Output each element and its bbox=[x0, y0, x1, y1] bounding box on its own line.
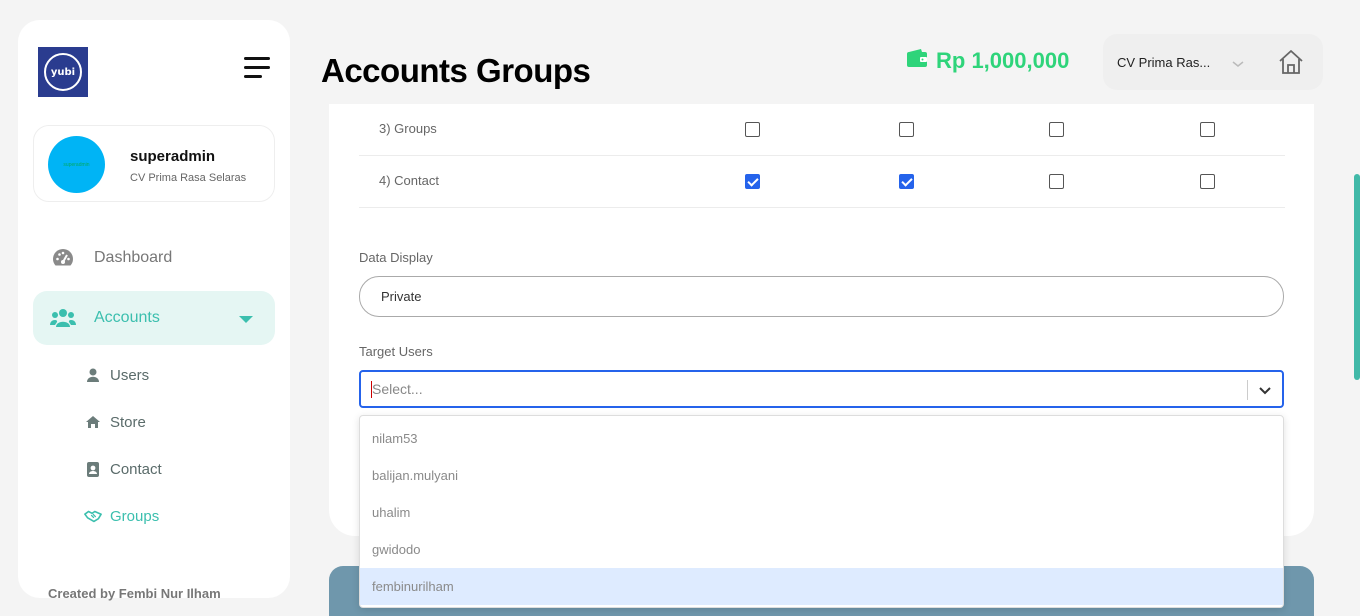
home-icon bbox=[84, 415, 102, 429]
nav-item-accounts[interactable]: Accounts bbox=[33, 291, 275, 345]
permission-checkbox-2[interactable] bbox=[899, 122, 914, 137]
nav-dashboard-label: Dashboard bbox=[94, 249, 173, 266]
hamburger-menu-icon[interactable] bbox=[244, 57, 270, 79]
footer-credit: Created by Fembi Nur Ilham bbox=[48, 586, 221, 601]
logo-text: yubi bbox=[44, 53, 82, 91]
profile-company: CV Prima Rasa Selaras bbox=[130, 172, 247, 184]
sidebar: yubi superadmin superadmin CV Prima Rasa… bbox=[18, 20, 290, 601]
sidebar-item-label: Users bbox=[110, 366, 150, 384]
sidebar-item-label: Store bbox=[110, 413, 146, 431]
permission-checkbox-1[interactable] bbox=[745, 174, 760, 189]
home-icon[interactable] bbox=[1278, 49, 1304, 80]
profile-name: superadmin bbox=[130, 148, 216, 165]
permission-checkbox-4[interactable] bbox=[1200, 122, 1215, 137]
wallet-icon bbox=[906, 48, 928, 74]
sidebar-item-users[interactable]: Users bbox=[84, 360, 149, 390]
target-users-label: Target Users bbox=[359, 344, 433, 359]
company-select[interactable]: CV Prima Ras... bbox=[1117, 55, 1210, 70]
sidebar-item-label: Groups bbox=[110, 507, 160, 525]
dropdown-option[interactable]: gwidodo bbox=[360, 531, 1283, 568]
permission-checkbox-3[interactable] bbox=[1049, 174, 1064, 189]
permission-checkbox-2[interactable] bbox=[899, 174, 914, 189]
target-users-placeholder: Select... bbox=[372, 381, 423, 397]
page-scrollbar[interactable] bbox=[1354, 174, 1360, 380]
select-separator bbox=[1247, 380, 1248, 400]
chevron-down-icon[interactable] bbox=[1231, 56, 1245, 74]
profile-card[interactable]: superadmin superadmin CV Prima Rasa Sela… bbox=[33, 125, 275, 202]
company-switcher: CV Prima Ras... bbox=[1103, 34, 1323, 90]
nav-item-dashboard[interactable]: Dashboard bbox=[33, 231, 275, 285]
data-display-value: Private bbox=[381, 289, 422, 304]
avatar: superadmin bbox=[48, 136, 105, 193]
dropdown-option[interactable]: nilam53 bbox=[360, 420, 1283, 457]
sidebar-item-contact[interactable]: Contact bbox=[84, 454, 162, 484]
permission-row-contact: 4) Contact bbox=[359, 156, 1285, 208]
page-title: Accounts Groups bbox=[321, 52, 591, 89]
users-group-icon bbox=[50, 307, 76, 329]
sidebar-item-label: Contact bbox=[110, 460, 162, 478]
permission-label: 3) Groups bbox=[379, 121, 437, 136]
permission-row-groups: 3) Groups bbox=[359, 104, 1285, 156]
balance-amount: Rp 1,000,000 bbox=[936, 48, 1070, 73]
handshake-icon bbox=[84, 509, 102, 523]
sidebar-item-store[interactable]: Store bbox=[84, 407, 146, 437]
permission-checkbox-4[interactable] bbox=[1200, 174, 1215, 189]
data-display-label: Data Display bbox=[359, 250, 433, 265]
user-icon bbox=[84, 368, 102, 382]
dropdown-option[interactable]: balijan.mulyani bbox=[360, 457, 1283, 494]
sidebar-item-groups[interactable]: Groups bbox=[84, 501, 159, 531]
dropdown-option[interactable]: uhalim bbox=[360, 494, 1283, 531]
app-logo[interactable]: yubi bbox=[38, 47, 88, 97]
permission-checkbox-3[interactable] bbox=[1049, 122, 1064, 137]
dropdown-option-highlighted[interactable]: fembinurilham bbox=[360, 568, 1283, 605]
permission-checkbox-1[interactable] bbox=[745, 122, 760, 137]
gauge-icon bbox=[50, 247, 76, 269]
chevron-down-icon[interactable] bbox=[1258, 383, 1272, 401]
balance-display: Rp 1,000,000 bbox=[906, 48, 1069, 74]
nav-accounts-label: Accounts bbox=[94, 309, 160, 326]
data-display-select[interactable]: Private bbox=[359, 276, 1284, 317]
target-users-select[interactable]: Select... bbox=[359, 370, 1284, 408]
contact-book-icon bbox=[84, 461, 102, 477]
permission-label: 4) Contact bbox=[379, 173, 439, 188]
chevron-down-icon bbox=[239, 316, 253, 323]
target-users-dropdown: nilam53 balijan.mulyani uhalim gwidodo f… bbox=[359, 415, 1284, 608]
